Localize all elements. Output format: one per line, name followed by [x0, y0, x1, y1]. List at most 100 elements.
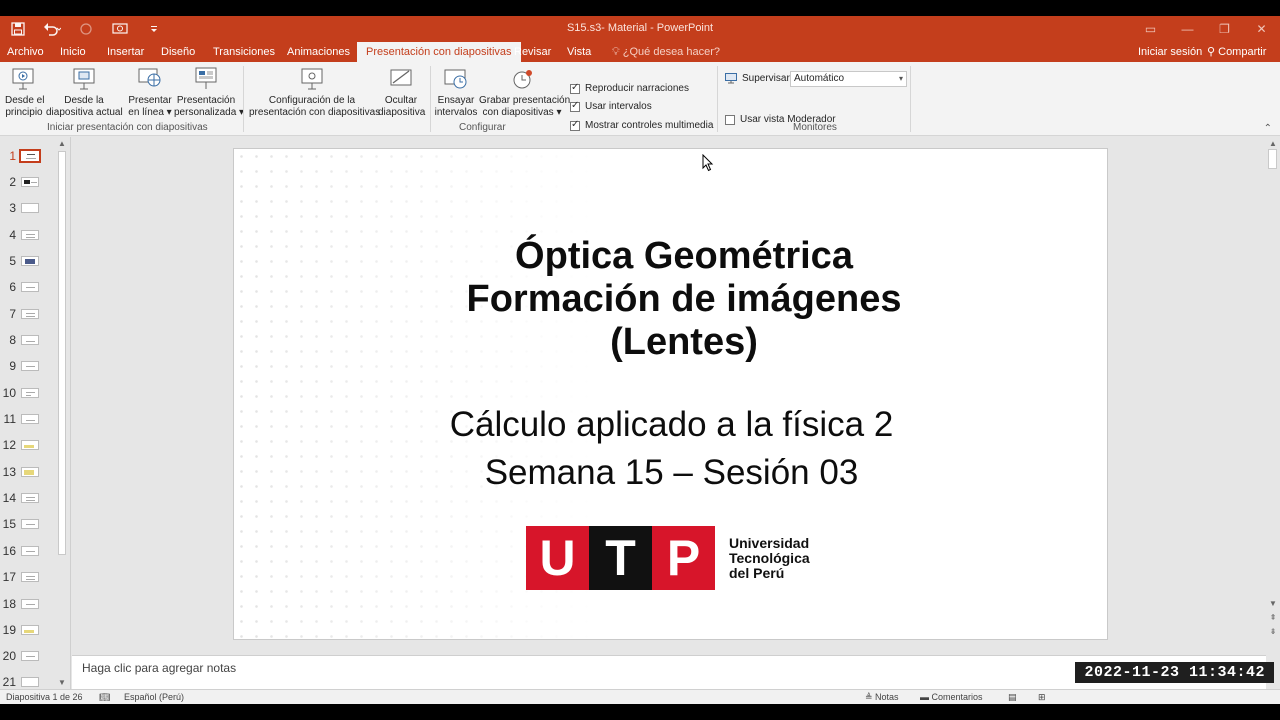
- comment-icon: ▬: [920, 692, 932, 702]
- thumbnail-13[interactable]: 13: [0, 462, 56, 482]
- restore-icon[interactable]: ❐: [1206, 16, 1243, 42]
- present-online-button[interactable]: Presentar en línea ▾: [128, 66, 172, 119]
- thumbnail-15[interactable]: 15: [0, 514, 56, 534]
- checkbox-unchecked[interactable]: [725, 114, 735, 125]
- thumbnail-18[interactable]: 18: [0, 594, 56, 614]
- minimize-icon[interactable]: —: [1169, 16, 1206, 42]
- pane-divider[interactable]: [70, 137, 71, 689]
- thumbnail-image: [21, 282, 39, 292]
- language-indicator[interactable]: Español (Perú): [124, 692, 184, 702]
- utp-logo[interactable]: U T P Universidad Tecnológica del Perú: [526, 526, 810, 590]
- tab-inicio[interactable]: Inicio: [56, 42, 90, 62]
- scroll-up-icon[interactable]: ▲: [56, 139, 68, 148]
- record-slideshow-button[interactable]: Grabar presentación con diapositivas ▾: [479, 66, 570, 119]
- video-timestamp: 2022-11-23 11:34:42: [1075, 662, 1274, 683]
- use-timings-checkbox[interactable]: Usar intervalos: [570, 100, 652, 112]
- thumbnail-21[interactable]: 21: [0, 672, 56, 689]
- ribbon: Desde el principio Desde la diapositiva …: [0, 62, 1280, 136]
- slide-subtitle-line-2[interactable]: Semana 15 – Sesión 03: [384, 449, 959, 497]
- thumbnail-9[interactable]: 9: [0, 356, 56, 376]
- slide-canvas[interactable]: Óptica Geométrica Formación de imágenes …: [233, 148, 1108, 640]
- ribbon-display-options-icon[interactable]: ▭: [1132, 16, 1169, 42]
- show-media-controls-checkbox[interactable]: Mostrar controles multimedia: [570, 119, 713, 131]
- thumbnail-7[interactable]: 7: [0, 304, 56, 324]
- thumbnail-12[interactable]: 12: [0, 435, 56, 455]
- logo-wordmark: Universidad Tecnológica del Perú: [729, 534, 810, 581]
- tab-insertar[interactable]: Insertar: [103, 42, 148, 62]
- thumbnail-17[interactable]: 17: [0, 567, 56, 587]
- status-bar: Diapositiva 1 de 26 📖︎ Español (Perú) ≜ …: [0, 689, 1280, 704]
- slide-title-line-3[interactable]: (Lentes): [414, 321, 954, 364]
- thumbnail-scrollbar[interactable]: ▲ ▼: [56, 137, 68, 689]
- slideshow-current-icon: [73, 68, 95, 90]
- play-narrations-checkbox[interactable]: Reproducir narraciones: [570, 82, 689, 94]
- thumbnail-8[interactable]: 8: [0, 330, 56, 350]
- thumbnail-3[interactable]: 3: [0, 198, 56, 218]
- thumbnail-4[interactable]: 4: [0, 225, 56, 245]
- scroll-down-icon[interactable]: ▼: [56, 678, 68, 687]
- group-divider: [430, 66, 431, 132]
- rehearse-timings-button[interactable]: Ensayar intervalos: [434, 66, 478, 119]
- thumbnail-16[interactable]: 16: [0, 541, 56, 561]
- thumbnail-5[interactable]: 5: [0, 251, 56, 271]
- slide-scrollbar[interactable]: ▲ ▼ ⇞ ⇟: [1266, 137, 1280, 652]
- thumbnail-image: [21, 414, 39, 424]
- tell-me-box[interactable]: 💡︎ ¿Qué desea hacer?: [608, 42, 724, 62]
- powerpoint-window: S15.s3- Material - PowerPoint ▭ — ❐ ✕ Ar…: [0, 16, 1280, 704]
- slide-count: Diapositiva 1 de 26: [6, 692, 83, 702]
- thumbnail-11[interactable]: 11: [0, 409, 56, 429]
- thumbnail-10[interactable]: 10: [0, 383, 56, 403]
- comments-toggle[interactable]: ▬ Comentarios: [920, 692, 983, 702]
- checkbox-checked[interactable]: [570, 100, 580, 112]
- tab-transiciones[interactable]: Transiciones: [209, 42, 279, 62]
- thumbnail-image: [21, 546, 39, 556]
- scroll-down-icon[interactable]: ▼: [1266, 599, 1280, 608]
- tab-vista[interactable]: Vista: [563, 42, 595, 62]
- thumbnail-19[interactable]: 19: [0, 620, 56, 640]
- tab-revisar[interactable]: Revisar: [510, 42, 555, 62]
- thumbnail-image: [21, 519, 39, 529]
- tab-archivo[interactable]: Archivo: [3, 42, 48, 62]
- logo-letter-p: P: [652, 526, 715, 590]
- hide-slide-icon: [390, 69, 412, 86]
- scrollbar-thumb[interactable]: [1268, 149, 1277, 169]
- notes-toggle[interactable]: ≜ Notas: [865, 692, 899, 703]
- thumbnail-20[interactable]: 20: [0, 646, 56, 666]
- custom-show-button[interactable]: Presentación personalizada ▾: [174, 66, 244, 119]
- normal-view-icon[interactable]: ▤: [1008, 692, 1017, 703]
- slide-subtitle-line-1[interactable]: Cálculo aplicado a la física 2: [384, 401, 959, 449]
- previous-slide-icon[interactable]: ⇞: [1266, 613, 1280, 622]
- thumbnail-6[interactable]: 6: [0, 277, 56, 297]
- checkbox-checked[interactable]: [570, 119, 580, 131]
- slideshow-play-icon: [12, 68, 34, 90]
- slide-title-line-1[interactable]: Óptica Geométrica: [414, 235, 954, 278]
- notes-icon: ≜: [865, 692, 876, 702]
- spellcheck-icon[interactable]: 📖︎: [99, 692, 110, 703]
- next-slide-icon[interactable]: ⇟: [1266, 627, 1280, 636]
- setup-slideshow-button[interactable]: Configuración de la presentación con dia…: [249, 66, 380, 119]
- group-label-monitors: Monitores: [793, 122, 837, 133]
- slide-sorter-icon[interactable]: ⊞: [1038, 692, 1046, 703]
- scroll-up-icon[interactable]: ▲: [1266, 139, 1280, 148]
- thumbnail-1[interactable]: 1: [0, 146, 56, 166]
- thumbnail-image: [21, 651, 39, 661]
- tab-presentacion[interactable]: Presentación con diapositivas: [357, 42, 521, 62]
- signin-link[interactable]: Iniciar sesión: [1134, 42, 1206, 62]
- collapse-ribbon-icon[interactable]: ⌃: [1264, 123, 1272, 134]
- tab-animaciones[interactable]: Animaciones: [283, 42, 354, 62]
- tab-diseno[interactable]: Diseño: [157, 42, 199, 62]
- thumbnail-image: [21, 467, 39, 477]
- share-button[interactable]: ⚲ Compartir: [1203, 42, 1270, 62]
- slide-title-line-2[interactable]: Formación de imágenes: [414, 278, 954, 321]
- thumbnail-image: [21, 361, 39, 371]
- group-label-configure: Configurar: [459, 122, 506, 133]
- close-icon[interactable]: ✕: [1243, 16, 1280, 42]
- thumbnail-14[interactable]: 14: [0, 488, 56, 508]
- from-beginning-button[interactable]: Desde el principio: [5, 66, 44, 119]
- monitor-select[interactable]: Automático ▾: [790, 71, 907, 87]
- from-current-slide-button[interactable]: Desde la diapositiva actual: [46, 66, 123, 119]
- scrollbar-thumb[interactable]: [58, 151, 66, 555]
- thumbnail-2[interactable]: 2: [0, 172, 56, 192]
- checkbox-checked[interactable]: [570, 82, 580, 94]
- hide-slide-button[interactable]: Ocultar diapositiva: [378, 66, 425, 119]
